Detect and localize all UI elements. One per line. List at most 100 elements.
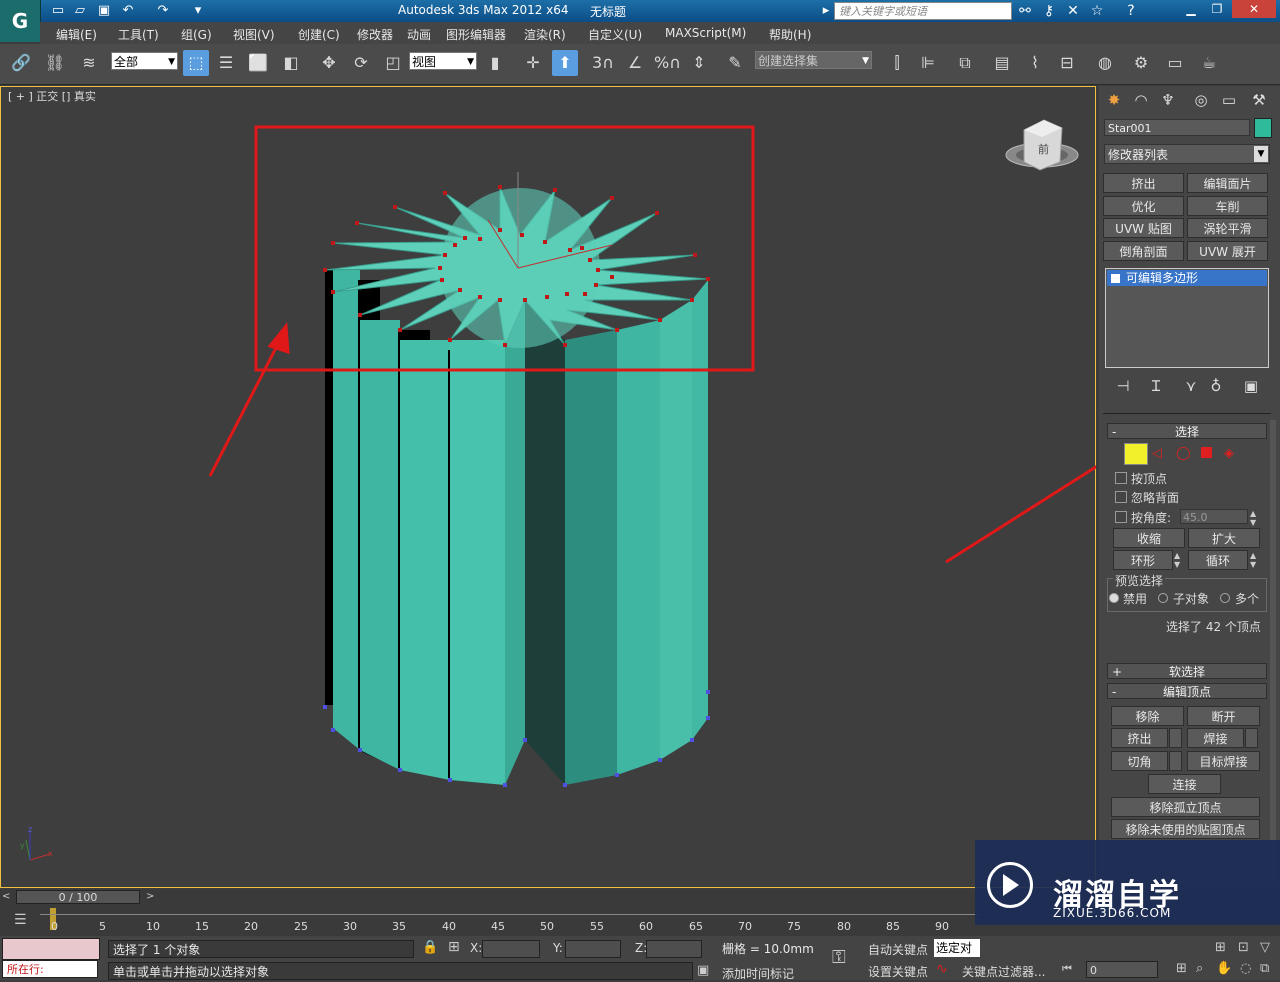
key-filter-curve-icon[interactable]: ∿ xyxy=(936,961,948,977)
material-editor-icon[interactable]: ◍ xyxy=(1092,50,1118,76)
preview-disabled-radio[interactable] xyxy=(1109,593,1119,603)
z-coord-field[interactable] xyxy=(646,940,702,958)
lock-selection-icon[interactable]: 🔒 xyxy=(422,940,438,955)
remove-isolated-vertices-button[interactable]: 移除孤立顶点 xyxy=(1111,797,1260,817)
link-icon[interactable]: 🔗 xyxy=(8,50,34,76)
border-subobject-icon[interactable]: ◯ xyxy=(1176,446,1191,461)
chamfer-settings-button[interactable] xyxy=(1169,751,1182,771)
extrude-vertex-button[interactable]: 挤出 xyxy=(1111,728,1168,748)
new-file-icon[interactable]: ▭ xyxy=(50,3,66,19)
selection-filter-select[interactable]: 全部 ▼ xyxy=(111,52,178,70)
show-end-result-icon[interactable]: Ɪ xyxy=(1145,376,1167,396)
zoom-extents-icon[interactable]: ⊞ xyxy=(1215,940,1226,955)
menu-rendering[interactable]: 渲染(R) xyxy=(524,26,566,43)
zoom-all-icon[interactable]: ⊡ xyxy=(1238,940,1249,955)
binoculars-icon[interactable]: ⚯ xyxy=(1016,2,1034,20)
bind-space-warp-icon[interactable]: ≋ xyxy=(76,50,102,76)
percent-snap-icon[interactable]: %∩ xyxy=(654,50,681,76)
close-button[interactable]: ✕ xyxy=(1232,0,1276,18)
connect-button[interactable]: 连接 xyxy=(1148,774,1221,794)
layer-manager-icon[interactable]: ⧉ xyxy=(952,50,978,76)
configure-modifier-sets-icon[interactable]: ▣ xyxy=(1240,376,1262,396)
modify-tab-icon[interactable]: ◠ xyxy=(1130,90,1152,110)
align-icon[interactable]: ⊫ xyxy=(915,50,941,76)
auto-key-button[interactable]: 自动关键点 xyxy=(868,941,928,958)
menu-group[interactable]: 组(G) xyxy=(181,26,212,43)
orbit-icon[interactable]: ◌ xyxy=(1240,961,1251,976)
render-setup-icon[interactable]: ⚙ xyxy=(1128,50,1154,76)
bevel-profile-modifier-button[interactable]: 倒角剖面 xyxy=(1103,241,1184,261)
mini-curve-editor-icon[interactable]: ☰ xyxy=(14,912,27,928)
minimize-button[interactable]: ▁ xyxy=(1178,0,1204,18)
add-time-tag-label[interactable]: 添加时间标记 xyxy=(722,965,794,982)
create-tab-icon[interactable]: ✸ xyxy=(1103,90,1125,110)
time-tag-icon[interactable]: ▣ xyxy=(697,963,709,978)
ignore-backfacing-checkbox[interactable] xyxy=(1115,491,1127,503)
menu-graph-editors[interactable]: 图形编辑器 xyxy=(446,26,506,43)
menu-tools[interactable]: 工具(T) xyxy=(118,26,159,43)
utilities-tab-icon[interactable]: ⚒ xyxy=(1248,90,1270,110)
extrude-settings-button[interactable] xyxy=(1169,728,1182,748)
unwrap-uvw-modifier-button[interactable]: UVW 展开 xyxy=(1187,241,1268,261)
tools-icon[interactable]: ✕ xyxy=(1064,2,1082,20)
loop-spinner-icon[interactable]: ▲ ▼ xyxy=(1250,551,1256,569)
field-of-view-icon[interactable]: ▽ xyxy=(1260,940,1270,955)
menu-views[interactable]: 视图(V) xyxy=(233,26,275,43)
save-file-icon[interactable]: ▣ xyxy=(96,3,112,19)
extrude-modifier-button[interactable]: 挤出 xyxy=(1103,173,1184,193)
angle-value-field[interactable]: 45.0 xyxy=(1180,509,1248,524)
object-color-swatch[interactable] xyxy=(1254,118,1272,138)
chamfer-vertex-button[interactable]: 切角 xyxy=(1111,751,1168,771)
by-angle-checkbox[interactable] xyxy=(1115,511,1127,523)
restore-button[interactable]: ❐ xyxy=(1204,0,1230,18)
open-file-icon[interactable]: ▱ xyxy=(72,3,88,19)
weld-vertex-button[interactable]: 焊接 xyxy=(1187,728,1244,748)
zoom-icon[interactable]: ⌕ xyxy=(1196,961,1203,976)
menu-edit[interactable]: 编辑(E) xyxy=(56,26,97,43)
render-production-icon[interactable]: ☕ xyxy=(1196,50,1222,76)
key-icon[interactable]: ⚷ xyxy=(1040,2,1058,20)
motion-tab-icon[interactable]: ◎ xyxy=(1190,90,1212,110)
rendered-frame-icon[interactable]: ▭ xyxy=(1162,50,1188,76)
weld-settings-button[interactable] xyxy=(1245,728,1258,748)
key-filters-button[interactable]: 关键点过滤器... xyxy=(962,963,1045,980)
set-key-button[interactable]: 设置关键点 xyxy=(868,963,928,980)
edit-named-selection-icon[interactable]: ✎ xyxy=(722,50,748,76)
ring-spinner-icon[interactable]: ▲ ▼ xyxy=(1174,551,1180,569)
object-name-field[interactable]: Star001 xyxy=(1104,119,1250,136)
menu-maxscript[interactable]: MAXScript(M) xyxy=(665,26,746,40)
keyboard-shortcut-override-icon[interactable]: ⬆ xyxy=(552,50,578,76)
vertex-subobject-button[interactable] xyxy=(1124,443,1148,465)
display-tab-icon[interactable]: ▭ xyxy=(1218,90,1240,110)
key-mode-select[interactable]: 选定对 xyxy=(934,939,980,957)
modifier-list-select[interactable]: 修改器列表 ▼ xyxy=(1104,144,1270,164)
preview-subobject-radio[interactable] xyxy=(1158,593,1168,603)
uvw-map-modifier-button[interactable]: UVW 贴图 xyxy=(1103,218,1184,238)
panel-scrollbar[interactable] xyxy=(1270,420,1276,880)
by-vertex-checkbox[interactable] xyxy=(1115,472,1127,484)
break-vertex-button[interactable]: 断开 xyxy=(1187,706,1260,726)
search-arrow-icon[interactable]: ▸ xyxy=(818,3,834,19)
menu-create[interactable]: 创建(C) xyxy=(298,26,340,43)
time-config-icon[interactable]: ⊞ xyxy=(1176,961,1187,976)
prev-frame-icon[interactable]: < xyxy=(2,891,10,902)
search-input[interactable]: 键入关键字或短语 xyxy=(834,2,1012,20)
menu-help[interactable]: 帮助(H) xyxy=(769,26,811,43)
undo-icon[interactable]: ↶ xyxy=(120,3,136,19)
angle-spinner-icon[interactable]: ▲ ▼ xyxy=(1250,509,1256,527)
star-icon[interactable]: ☆ xyxy=(1088,2,1106,20)
rectangular-selection-icon[interactable]: ⬜ xyxy=(245,50,271,76)
make-unique-icon[interactable]: ⋎ xyxy=(1180,376,1202,396)
app-logo-button[interactable]: G xyxy=(0,0,41,42)
shrink-button[interactable]: 收缩 xyxy=(1113,528,1185,548)
next-frame-icon[interactable]: > xyxy=(146,891,154,902)
mirror-icon[interactable]: ⫿ xyxy=(884,50,910,76)
hierarchy-tab-icon[interactable]: ♆ xyxy=(1157,90,1179,110)
grow-button[interactable]: 扩大 xyxy=(1188,528,1260,548)
element-subobject-icon[interactable]: ◈ xyxy=(1224,446,1234,461)
x-coord-field[interactable] xyxy=(482,940,540,958)
move-icon[interactable]: ✥ xyxy=(316,50,342,76)
optimize-modifier-button[interactable]: 优化 xyxy=(1103,196,1184,216)
maximize-viewport-icon[interactable]: ⧉ xyxy=(1260,961,1269,976)
help-icon[interactable]: ? xyxy=(1122,2,1140,20)
